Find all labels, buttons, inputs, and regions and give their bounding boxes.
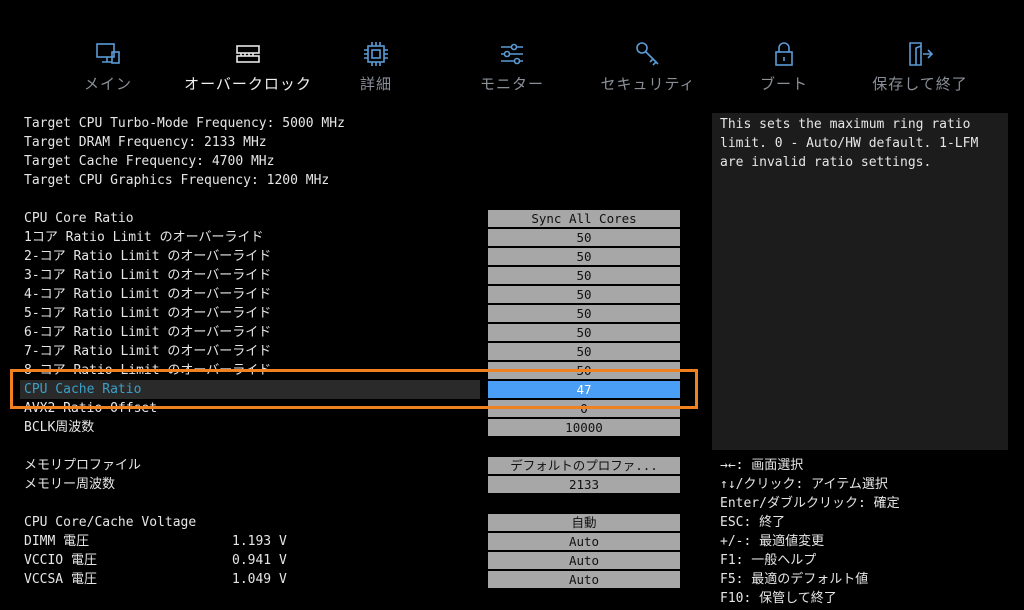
setting-4core-ratio-override[interactable]: 4-コア Ratio Limit のオーバーライド xyxy=(20,285,480,304)
info-graphics-frequency: Target CPU Graphics Frequency: 1200 MHz xyxy=(24,173,330,188)
1core-ratio-value[interactable]: 50 xyxy=(488,229,680,246)
info-dram-frequency: Target DRAM Frequency: 2133 MHz xyxy=(24,135,267,150)
lock-icon xyxy=(714,40,854,68)
settings-panel: Target CPU Turbo-Mode Frequency: 5000 MH… xyxy=(0,0,710,610)
key-help-f10: F10: 保管して終了 xyxy=(720,591,837,606)
8core-ratio-value[interactable]: 50 xyxy=(488,362,680,379)
help-panel: This sets the maximum ring ratio limit. … xyxy=(712,113,1008,450)
avx2-ratio-offset-value[interactable]: 0 xyxy=(488,400,680,417)
key-help-f1: F1: 一般ヘルプ xyxy=(720,553,817,568)
setting-cpu-cache-ratio[interactable]: CPU Cache Ratio xyxy=(20,380,480,399)
5core-ratio-value[interactable]: 50 xyxy=(488,305,680,322)
exit-icon xyxy=(850,40,990,68)
vccsa-voltage-reading: 1.049 V xyxy=(232,572,287,587)
key-help-legend: →←: 画面選択 ↑↓/クリック: アイテム選択 Enter/ダブルクリック: … xyxy=(720,456,900,608)
key-help-item-select: ↑↓/クリック: アイテム選択 xyxy=(720,477,888,492)
dimm-voltage-reading: 1.193 V xyxy=(232,534,287,549)
6core-ratio-value[interactable]: 50 xyxy=(488,324,680,341)
tab-save-exit[interactable]: 保存して終了 xyxy=(850,40,990,94)
key-help-enter: Enter/ダブルクリック: 確定 xyxy=(720,496,900,511)
info-cache-frequency: Target Cache Frequency: 4700 MHz xyxy=(24,154,275,169)
2core-ratio-value[interactable]: 50 xyxy=(488,248,680,265)
tab-save-exit-label: 保存して終了 xyxy=(872,75,968,93)
setting-7core-ratio-override[interactable]: 7-コア Ratio Limit のオーバーライド xyxy=(20,342,480,361)
key-help-f5: F5: 最適のデフォルト値 xyxy=(720,572,869,587)
key-help-esc: ESC: 終了 xyxy=(720,515,786,530)
setting-3core-ratio-override[interactable]: 3-コア Ratio Limit のオーバーライド xyxy=(20,266,480,285)
setting-avx2-ratio-offset[interactable]: AVX2 Ratio Offset xyxy=(20,399,480,418)
help-description: This sets the maximum ring ratio limit. … xyxy=(720,117,987,170)
setting-6core-ratio-override[interactable]: 6-コア Ratio Limit のオーバーライド xyxy=(20,323,480,342)
cpu-cache-ratio-value[interactable]: 47 xyxy=(488,381,680,398)
tab-boot-label: ブート xyxy=(759,75,808,93)
vccio-voltage-value[interactable]: Auto xyxy=(488,552,680,569)
tab-boot[interactable]: ブート xyxy=(714,40,854,94)
setting-8core-ratio-override[interactable]: 8-コア Ratio Limit のオーバーライド xyxy=(20,361,480,380)
setting-5core-ratio-override[interactable]: 5-コア Ratio Limit のオーバーライド xyxy=(20,304,480,323)
key-help-screen-select: →←: 画面選択 xyxy=(720,458,804,473)
dimm-voltage-value[interactable]: Auto xyxy=(488,533,680,550)
cpu-core-cache-voltage-value[interactable]: 自動 xyxy=(488,514,680,531)
vccio-voltage-reading: 0.941 V xyxy=(232,553,287,568)
bclk-frequency-value[interactable]: 10000 xyxy=(488,419,680,436)
setting-memory-frequency[interactable]: メモリー周波数 xyxy=(20,475,480,494)
key-help-change-value: +/-: 最適値変更 xyxy=(720,534,825,549)
memory-frequency-value[interactable]: 2133 xyxy=(488,476,680,493)
setting-1core-ratio-override[interactable]: 1コア Ratio Limit のオーバーライド xyxy=(20,228,480,247)
4core-ratio-value[interactable]: 50 xyxy=(488,286,680,303)
setting-cpu-core-cache-voltage[interactable]: CPU Core/Cache Voltage xyxy=(20,513,480,532)
memory-profile-value[interactable]: デフォルトのプロファ... xyxy=(488,457,680,474)
setting-bclk-frequency[interactable]: BCLK周波数 xyxy=(20,418,480,437)
cpu-core-ratio-value[interactable]: Sync All Cores xyxy=(488,210,680,227)
vccsa-voltage-value[interactable]: Auto xyxy=(488,571,680,588)
setting-memory-profile[interactable]: メモリプロファイル xyxy=(20,456,480,475)
7core-ratio-value[interactable]: 50 xyxy=(488,343,680,360)
setting-2core-ratio-override[interactable]: 2-コア Ratio Limit のオーバーライド xyxy=(20,247,480,266)
setting-cpu-core-ratio[interactable]: CPU Core Ratio xyxy=(20,209,480,228)
info-turbo-frequency: Target CPU Turbo-Mode Frequency: 5000 MH… xyxy=(24,116,345,131)
3core-ratio-value[interactable]: 50 xyxy=(488,267,680,284)
